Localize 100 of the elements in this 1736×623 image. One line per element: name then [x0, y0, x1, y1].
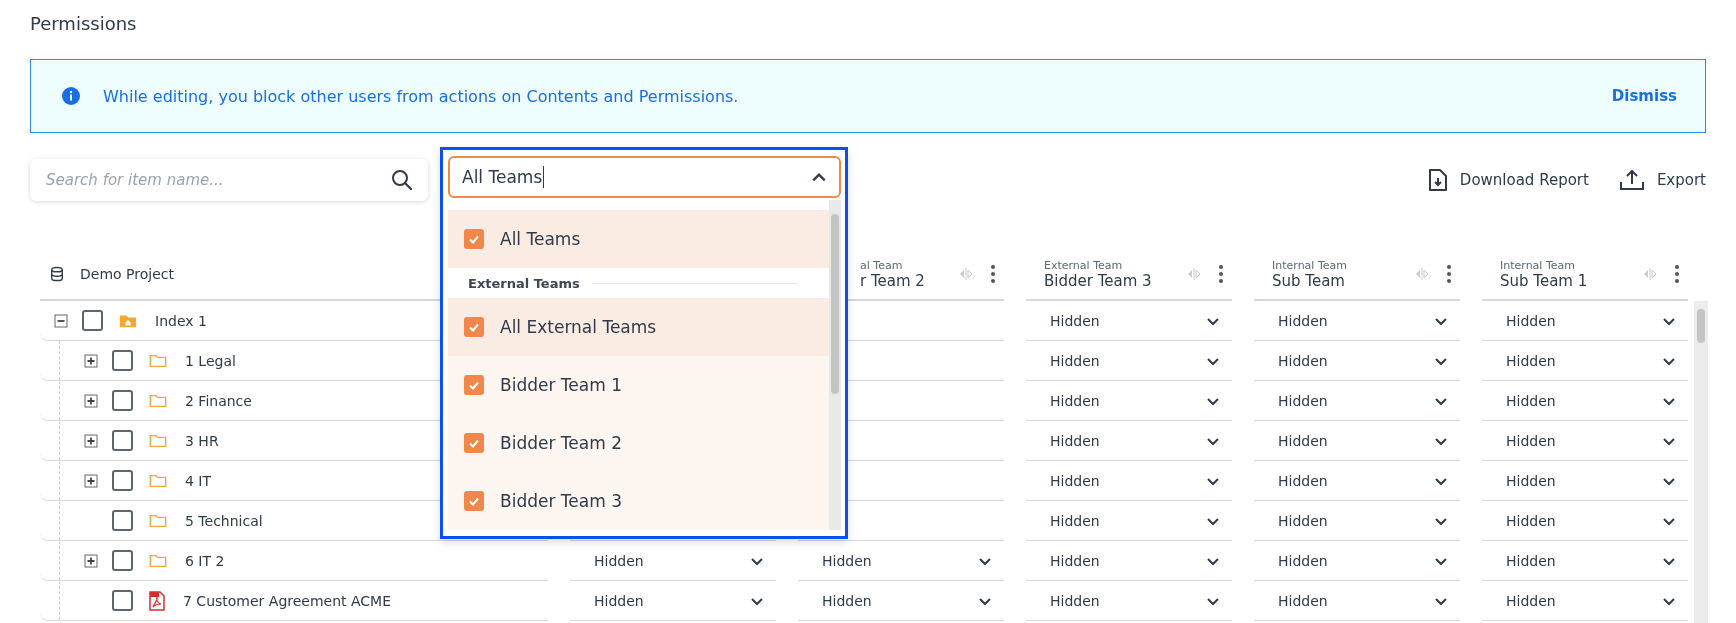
column-header: Bidder Team 3	[1044, 271, 1153, 290]
more-icon[interactable]	[1446, 264, 1452, 284]
folder-icon	[149, 512, 167, 529]
group-label: External Teams	[468, 275, 580, 291]
search-icon	[390, 168, 414, 192]
chevron-down-icon	[750, 555, 764, 566]
permission-select[interactable]: Hidden	[1482, 341, 1688, 380]
more-icon[interactable]	[1218, 264, 1224, 284]
permission-select[interactable]: Hidden	[1254, 381, 1460, 420]
checkbox[interactable]	[82, 310, 103, 331]
page-title: Permissions	[30, 12, 137, 36]
team-option[interactable]: All Teams	[448, 210, 829, 268]
permission-select[interactable]: Hidden	[1026, 581, 1232, 620]
more-icon[interactable]	[1674, 264, 1680, 284]
pdf-file-icon	[149, 590, 165, 611]
chevron-down-icon	[1206, 515, 1220, 526]
checkbox[interactable]	[112, 510, 133, 531]
scrollbar[interactable]	[829, 200, 841, 530]
chevron-down-icon	[1662, 475, 1676, 486]
permission-select[interactable]: Hidden	[1254, 341, 1460, 380]
toolbar-button[interactable]: Export	[1618, 165, 1706, 195]
checkbox[interactable]	[464, 375, 484, 395]
permission-select[interactable]: Hidden	[1482, 301, 1688, 340]
banner-message: While editing, you block other users from actions on Contents and Permissions.	[103, 86, 740, 106]
chevron-down-icon	[1434, 315, 1448, 326]
chevron-down-icon	[750, 595, 764, 606]
permission-select[interactable]: Hidden	[1026, 301, 1232, 340]
more-icon[interactable]	[990, 264, 996, 284]
checkbox[interactable]	[464, 433, 484, 453]
expand-icon[interactable]	[84, 433, 98, 448]
chevron-down-icon	[1662, 555, 1676, 566]
checkbox[interactable]	[112, 390, 133, 411]
chevron-down-icon	[1206, 315, 1220, 326]
team-option[interactable]: Bidder Team 3	[448, 472, 829, 530]
item-name[interactable]: 1 Legal	[185, 352, 236, 369]
item-name[interactable]: 4 IT	[185, 472, 212, 489]
permission-select[interactable]: Hidden	[1026, 341, 1232, 380]
item-name[interactable]: 7 Customer Agreement ACME	[183, 592, 392, 609]
chevron-down-icon	[1662, 515, 1676, 526]
checkbox[interactable]	[112, 550, 133, 571]
checkbox[interactable]	[112, 590, 133, 611]
permission-select[interactable]: Hidden	[1026, 501, 1232, 540]
search-input[interactable]: Search for item name...	[44, 170, 390, 190]
chevron-down-icon	[1206, 595, 1220, 606]
expand-icon[interactable]	[84, 553, 98, 568]
item-name[interactable]: Index 1	[155, 312, 207, 329]
expand-icon[interactable]	[84, 473, 98, 488]
permission-select[interactable]: Hidden	[1026, 541, 1232, 580]
permission-select[interactable]: Hidden	[1482, 461, 1688, 500]
toolbar-button[interactable]: Download Report	[1427, 164, 1589, 196]
item-name[interactable]: 5 Technical	[185, 512, 263, 529]
permission-select[interactable]: Hidden	[1482, 581, 1688, 620]
permission-select[interactable]: Hidden	[1482, 541, 1688, 580]
permission-select[interactable]: Hidden	[1254, 421, 1460, 460]
chevron-down-icon	[1662, 315, 1676, 326]
search-field[interactable]: Search for item name...	[30, 159, 428, 201]
permission-select[interactable]: Hidden	[1254, 461, 1460, 500]
team-option[interactable]: All External Teams	[448, 298, 829, 356]
permission-select[interactable]: Hidden	[1482, 381, 1688, 420]
permission-select[interactable]: Hidden	[798, 581, 1004, 620]
column-header: Sub Team 1	[1500, 271, 1589, 290]
team-filter-field[interactable]: All Teams	[448, 156, 841, 198]
team-option[interactable]: Bidder Team 1	[448, 356, 829, 414]
permission-select[interactable]: Hidden	[1254, 501, 1460, 540]
permission-select[interactable]: Hidden	[1026, 461, 1232, 500]
checkbox[interactable]	[112, 350, 133, 371]
file-download-icon	[1427, 168, 1448, 192]
checkbox[interactable]	[464, 317, 484, 337]
database-icon	[50, 266, 64, 282]
folder-icon	[149, 432, 167, 449]
team-type: Internal Team	[1500, 258, 1576, 272]
team-type: Internal Team	[1272, 258, 1348, 272]
chevron-down-icon	[1662, 435, 1676, 446]
item-name[interactable]: 3 HR	[185, 432, 219, 449]
expand-icon[interactable]	[84, 353, 98, 368]
team-option[interactable]: Bidder Team 2	[448, 414, 829, 472]
permission-select[interactable]: Hidden	[1482, 501, 1688, 540]
permission-select[interactable]: Hidden	[1026, 421, 1232, 460]
permission-select[interactable]: Hidden	[1254, 581, 1460, 620]
expand-icon[interactable]	[84, 393, 98, 408]
checkbox[interactable]	[112, 470, 133, 491]
folder-icon	[149, 472, 167, 489]
chevron-down-icon	[1434, 555, 1448, 566]
permission-select[interactable]: Hidden	[1482, 421, 1688, 460]
item-name[interactable]: 6 IT 2	[185, 552, 225, 569]
checkbox[interactable]	[464, 229, 484, 249]
permission-select[interactable]: Hidden	[1026, 381, 1232, 420]
scrollbar[interactable]	[1694, 301, 1708, 623]
permission-select[interactable]: Hidden	[570, 581, 776, 620]
column-header: Sub Team	[1272, 271, 1346, 290]
checkbox[interactable]	[112, 430, 133, 451]
item-name[interactable]: 2 Finance	[185, 392, 252, 409]
permission-select[interactable]: Hidden	[1254, 541, 1460, 580]
permission-select[interactable]: Hidden	[570, 541, 776, 580]
permission-select[interactable]: Hidden	[798, 541, 1004, 580]
permission-select[interactable]: Hidden	[1254, 301, 1460, 340]
collapse-icon[interactable]	[54, 313, 68, 328]
dismiss-link[interactable]: Dismiss	[1611, 87, 1677, 105]
column-header: r Team 2	[860, 271, 926, 290]
checkbox[interactable]	[464, 491, 484, 511]
